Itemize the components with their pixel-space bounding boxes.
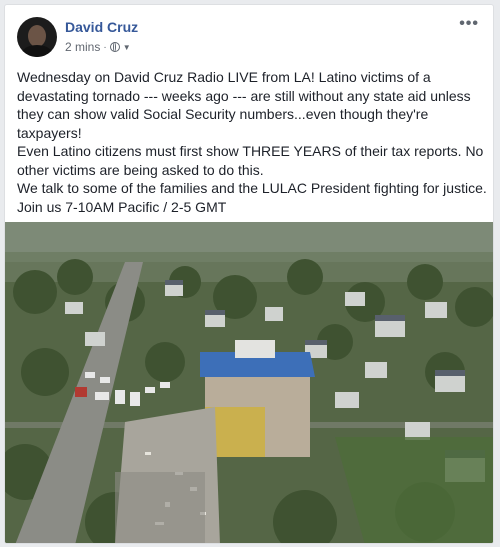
post-paragraph: We talk to some of the families and the … (17, 180, 487, 215)
post-photo[interactable] (5, 222, 493, 543)
meta-separator: · (103, 41, 107, 53)
post-text: Wednesday on David Cruz Radio LIVE from … (17, 68, 487, 216)
post-paragraph: Wednesday on David Cruz Radio LIVE from … (17, 69, 471, 141)
avatar[interactable] (17, 17, 57, 57)
post-meta: 2 mins · ▼ (65, 40, 131, 54)
aerial-tornado-photo (5, 222, 493, 543)
post-timestamp[interactable]: 2 mins (65, 40, 100, 54)
post-card: David Cruz 2 mins · ▼ ••• Wednesday on D… (4, 4, 494, 544)
author-name[interactable]: David Cruz (65, 19, 138, 35)
more-dots-icon[interactable]: ••• (459, 15, 479, 33)
avatar-shoulders (21, 45, 53, 57)
post-paragraph: Even Latino citizens must first show THR… (17, 143, 484, 178)
avatar-face (28, 25, 46, 47)
chevron-down-icon[interactable]: ▼ (123, 43, 131, 52)
globe-icon[interactable] (109, 42, 120, 52)
